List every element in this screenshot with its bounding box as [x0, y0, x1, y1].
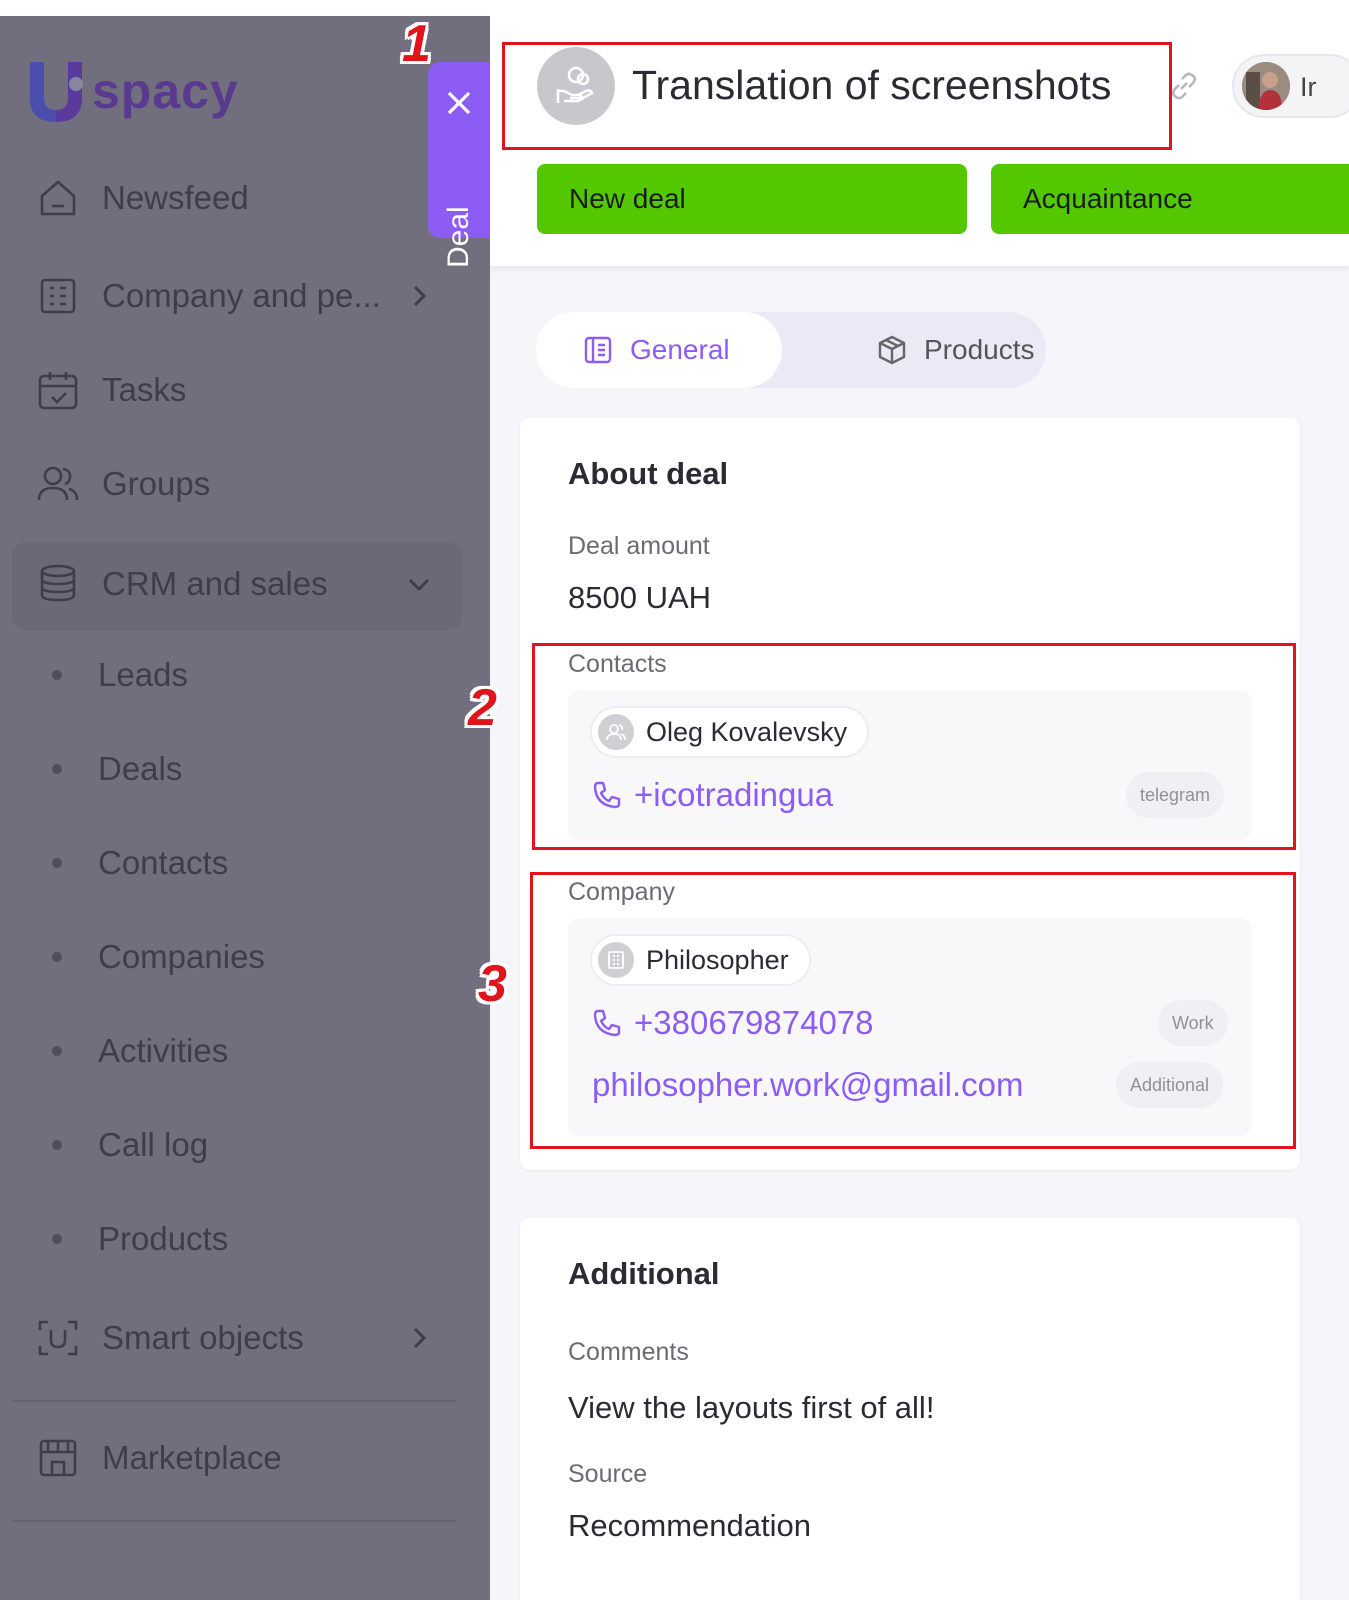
building-icon: [40, 278, 76, 314]
source-label: Source: [568, 1460, 648, 1488]
annotation-box-3: [530, 872, 1296, 1149]
user-name: Ir: [1300, 72, 1317, 102]
logo-mark-icon: [26, 58, 84, 124]
comments-value[interactable]: View the layouts first of all!: [568, 1390, 934, 1426]
sidebar: spacy Newsfeed Company and pe... Tasks G…: [0, 16, 490, 1600]
annotation-number-3: 3: [478, 955, 507, 1013]
sidebar-sub-activities[interactable]: Activities: [52, 1032, 228, 1070]
sidebar-item-label: CRM and sales: [102, 565, 328, 602]
sidebar-divider: [12, 1400, 456, 1402]
stage-acquaintance[interactable]: Acquaintance: [991, 164, 1349, 234]
deal-amount-label: Deal amount: [568, 532, 710, 560]
sub-item-label: Deals: [98, 750, 183, 787]
bullet-dot: [52, 764, 62, 774]
box-icon: [878, 335, 906, 365]
sidebar-sub-leads[interactable]: Leads: [52, 656, 188, 694]
sidebar-item-label: Smart objects: [102, 1319, 304, 1356]
sub-item-label: Leads: [98, 656, 188, 693]
app-logo[interactable]: spacy: [26, 58, 239, 124]
sub-item-label: Contacts: [98, 844, 229, 881]
sidebar-item-newsfeed[interactable]: Newsfeed: [36, 176, 249, 220]
card-title: Additional: [568, 1256, 720, 1291]
bullet-dot: [52, 1140, 62, 1150]
deal-amount-value[interactable]: 8500 UAH: [568, 580, 711, 616]
chevron-right-icon: [413, 285, 427, 307]
sidebar-divider: [12, 1520, 456, 1522]
sidebar-item-label: Tasks: [102, 371, 187, 408]
link-icon[interactable]: [1168, 70, 1200, 102]
document-icon: [584, 336, 612, 364]
sidebar-sub-contacts[interactable]: Contacts: [52, 844, 228, 882]
calendar-check-icon: [38, 372, 78, 410]
annotation-number-2: 2: [468, 679, 497, 737]
sidebar-item-smart-objects[interactable]: Smart objects: [36, 1316, 427, 1360]
responsible-user-chip[interactable]: Ir: [1232, 54, 1349, 118]
deal-panel-tab[interactable]: Deal: [428, 62, 490, 268]
annotation-number-1: 1: [402, 15, 431, 73]
comments-label: Comments: [568, 1338, 689, 1366]
sidebar-item-crm[interactable]: CRM and sales: [36, 562, 430, 606]
annotation-box-1: [502, 42, 1172, 150]
card-title: About deal: [568, 456, 729, 491]
sidebar-item-label: Marketplace: [102, 1439, 282, 1476]
source-value[interactable]: Recommendation: [568, 1508, 811, 1544]
tab-general[interactable]: General: [536, 312, 782, 388]
sub-item-label: Activities: [98, 1032, 229, 1069]
user-avatar: [1242, 62, 1290, 110]
store-icon: [39, 1439, 77, 1477]
close-icon[interactable]: [444, 88, 474, 118]
sidebar-item-groups[interactable]: Groups: [36, 462, 210, 506]
bullet-dot: [52, 670, 62, 680]
sidebar-item-company[interactable]: Company and pe...: [36, 274, 427, 318]
sidebar-item-label: Newsfeed: [102, 179, 249, 216]
annotation-box-2: [532, 643, 1296, 850]
sidebar-item-marketplace[interactable]: Marketplace: [36, 1436, 282, 1480]
chevron-down-icon: [408, 578, 430, 592]
bullet-dot: [52, 1046, 62, 1056]
deal-tabs: General Products: [536, 312, 1046, 388]
deal-tab-label: Deal: [442, 206, 475, 268]
people-icon: [37, 466, 79, 501]
tab-products[interactable]: Products: [828, 312, 1038, 388]
database-icon: [40, 564, 76, 602]
sub-item-label: Call log: [98, 1126, 209, 1163]
sidebar-item-label: Groups: [102, 465, 211, 502]
logo-text: spacy: [92, 63, 239, 119]
sub-item-label: Products: [98, 1220, 229, 1257]
sub-item-label: Companies: [98, 938, 265, 975]
additional-card: Additional Comments View the layouts fir…: [520, 1218, 1300, 1600]
sidebar-sub-call-log[interactable]: Call log: [52, 1126, 208, 1164]
sidebar-sub-products[interactable]: Products: [52, 1220, 228, 1258]
stage-new-deal[interactable]: New deal: [537, 164, 967, 234]
sidebar-sub-companies[interactable]: Companies: [52, 938, 265, 976]
sidebar-item-label: Company and pe...: [102, 277, 381, 314]
bullet-dot: [52, 1234, 62, 1244]
scan-icon: [38, 1320, 78, 1356]
chevron-right-icon: [413, 1327, 427, 1349]
tab-label: General: [630, 334, 730, 365]
sidebar-item-tasks[interactable]: Tasks: [36, 368, 186, 412]
bullet-dot: [52, 952, 62, 962]
tab-label: Products: [924, 334, 1035, 365]
home-icon: [40, 180, 76, 216]
sidebar-sub-deals[interactable]: Deals: [52, 750, 182, 788]
bullet-dot: [52, 858, 62, 868]
